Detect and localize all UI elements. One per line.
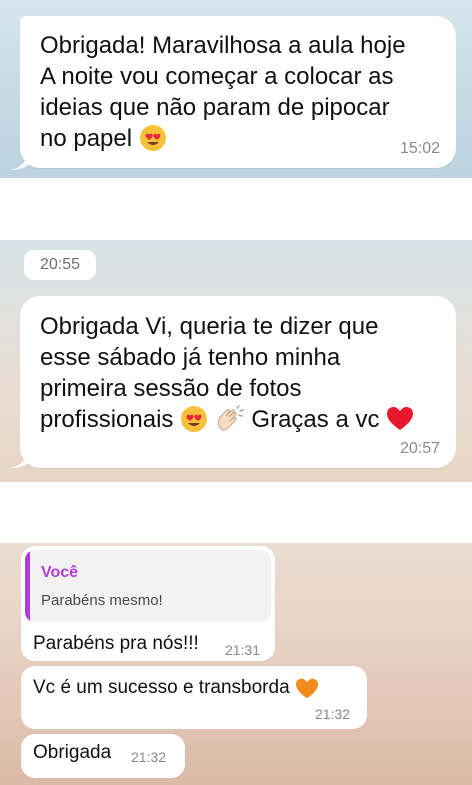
quote-author: Você bbox=[41, 564, 79, 581]
message-line: A noite vou começar a colocar as bbox=[40, 63, 394, 90]
message-timestamp: 15:02 bbox=[399, 140, 440, 157]
message-time-chip: 20:55 bbox=[24, 250, 96, 280]
message-timestamp: 21:32 bbox=[315, 706, 351, 722]
message-bubble[interactable]: Obrigada 21:32 bbox=[21, 734, 185, 778]
clapping-hands-emoji-icon bbox=[217, 405, 244, 431]
message-text: Vc é um sucesso e transborda bbox=[33, 676, 319, 700]
chat-screenshot-1: Obrigada! Maravilhosa a aula hoje A noit… bbox=[0, 0, 472, 178]
message-text: Parabéns pra nós!!! bbox=[33, 633, 199, 654]
message-line: profissionais Graças a vc bbox=[40, 404, 436, 435]
chat-screenshot-2: 20:55 Obrigada Vi, queria te dizer que e… bbox=[0, 240, 472, 482]
orange-heart-emoji-icon bbox=[295, 678, 318, 699]
message-line: Obrigada Vi, queria te dizer que bbox=[40, 313, 379, 340]
message-line: no papel bbox=[40, 123, 436, 154]
red-heart-emoji-icon bbox=[387, 407, 414, 430]
message-bubble[interactable]: Obrigada Vi, queria te dizer que esse sá… bbox=[20, 296, 456, 468]
heart-eyes-emoji-icon bbox=[139, 125, 166, 151]
message-timestamp: 20:57 bbox=[399, 440, 440, 457]
message-line: primeira sessão de fotos bbox=[40, 375, 302, 402]
message-bubble[interactable]: Vc é um sucesso e transborda 21:32 bbox=[21, 666, 367, 729]
message-bubble[interactable]: Obrigada! Maravilhosa a aula hoje A noit… bbox=[20, 16, 456, 168]
quoted-message[interactable]: Você Parabéns mesmo! bbox=[25, 550, 271, 622]
reply-message-bubble[interactable]: Você Parabéns mesmo! Parabéns pra nós!!!… bbox=[21, 546, 275, 661]
message-timestamp: 21:31 bbox=[225, 642, 261, 658]
quote-accent-bar bbox=[25, 550, 30, 622]
message-timestamp: 21:32 bbox=[131, 749, 167, 765]
message-line: ideias que não param de pipocar bbox=[40, 94, 390, 121]
message-line: Obrigada! Maravilhosa a aula hoje bbox=[40, 32, 406, 59]
chat-screenshot-3: Você Parabéns mesmo! Parabéns pra nós!!!… bbox=[0, 543, 472, 785]
message-text: Obrigada bbox=[33, 742, 112, 763]
heart-eyes-emoji-icon bbox=[181, 406, 208, 432]
quote-text: Parabéns mesmo! bbox=[41, 592, 163, 609]
message-line: esse sábado já tenho minha bbox=[40, 344, 341, 371]
